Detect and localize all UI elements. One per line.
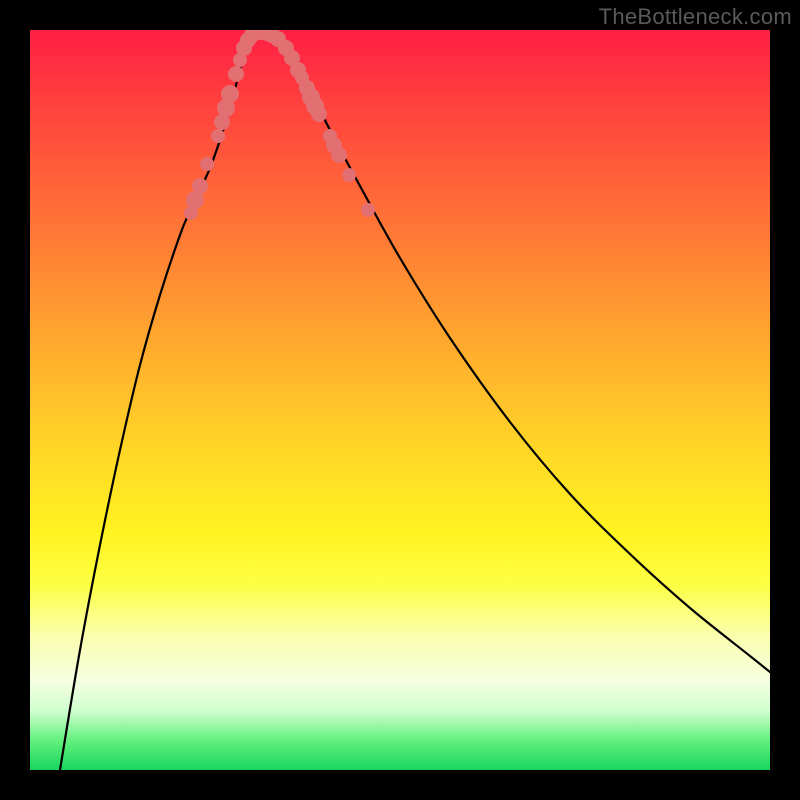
data-marker <box>311 106 327 122</box>
data-marker <box>211 129 225 143</box>
data-marker <box>200 157 214 171</box>
marker-group <box>184 30 375 220</box>
data-marker <box>228 66 244 82</box>
data-marker <box>361 203 375 217</box>
bottleneck-curve <box>60 31 770 770</box>
chart-frame: TheBottleneck.com <box>0 0 800 800</box>
data-marker <box>331 147 347 163</box>
data-marker <box>192 178 208 194</box>
plot-area <box>30 30 770 770</box>
data-marker <box>342 168 356 182</box>
watermark-label: TheBottleneck.com <box>599 4 792 30</box>
data-marker <box>221 85 239 103</box>
curve-layer <box>30 30 770 770</box>
